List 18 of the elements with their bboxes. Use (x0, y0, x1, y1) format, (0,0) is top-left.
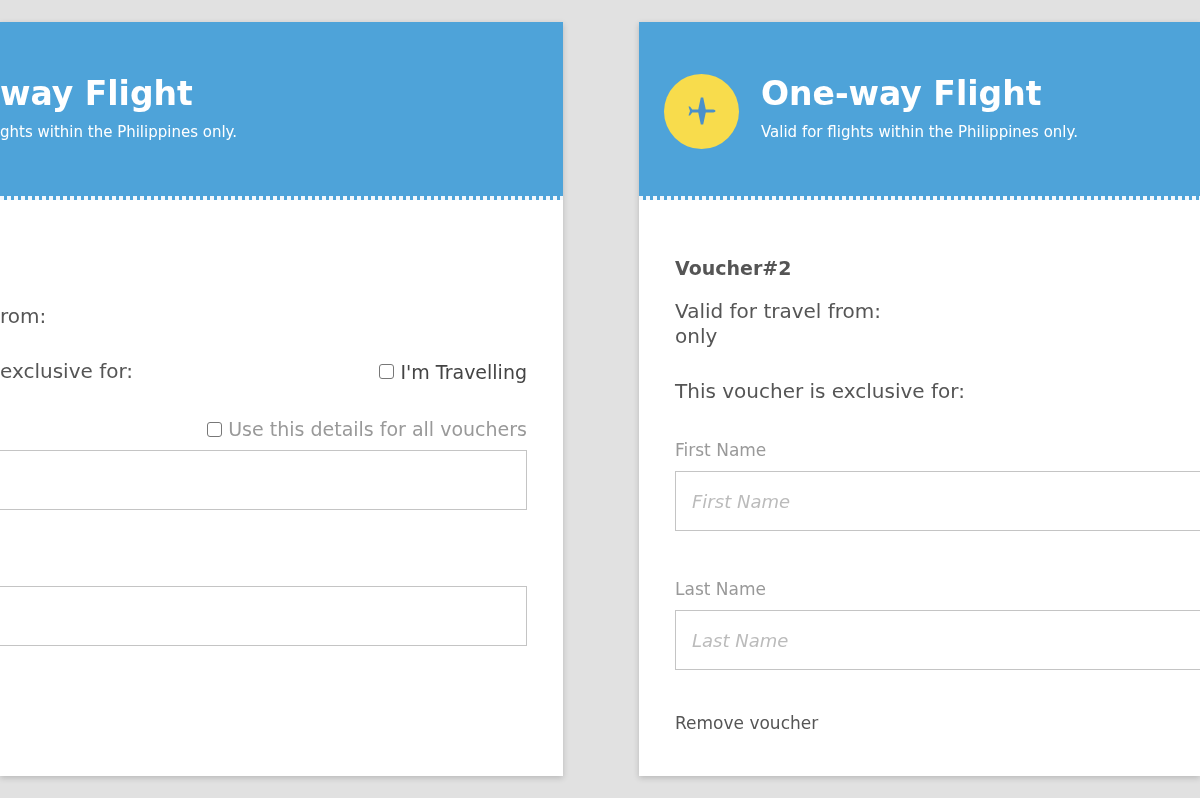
field-label: First Name (675, 440, 768, 460)
travel-note: only (675, 324, 719, 349)
card-title: way Flight (0, 73, 194, 113)
travel-dates-text: rom: (0, 304, 48, 329)
field-label: Last Name (675, 579, 767, 599)
input-field[interactable] (0, 450, 527, 510)
input-field[interactable] (0, 586, 527, 646)
checkbox[interactable]: I'm Travelling (379, 360, 527, 383)
voucher-number: Voucher#2 (675, 257, 793, 279)
name-field[interactable]: Last Name (675, 610, 1200, 670)
card-title: One-way Flight (761, 73, 1043, 113)
travel-dates-text: Valid for travel from: (675, 299, 883, 324)
card-subtitle: ghts within the Philippines only. (0, 122, 238, 141)
card-subtitle: Valid for flights within the Philippines only. (761, 122, 1078, 141)
name-field[interactable]: First Name (675, 471, 1200, 531)
exclusive-label: exclusive for: (0, 359, 134, 384)
remove-voucher-link[interactable]: Remove voucher (675, 713, 819, 733)
exclusive-label: This voucher is exclusive for: (675, 379, 965, 404)
